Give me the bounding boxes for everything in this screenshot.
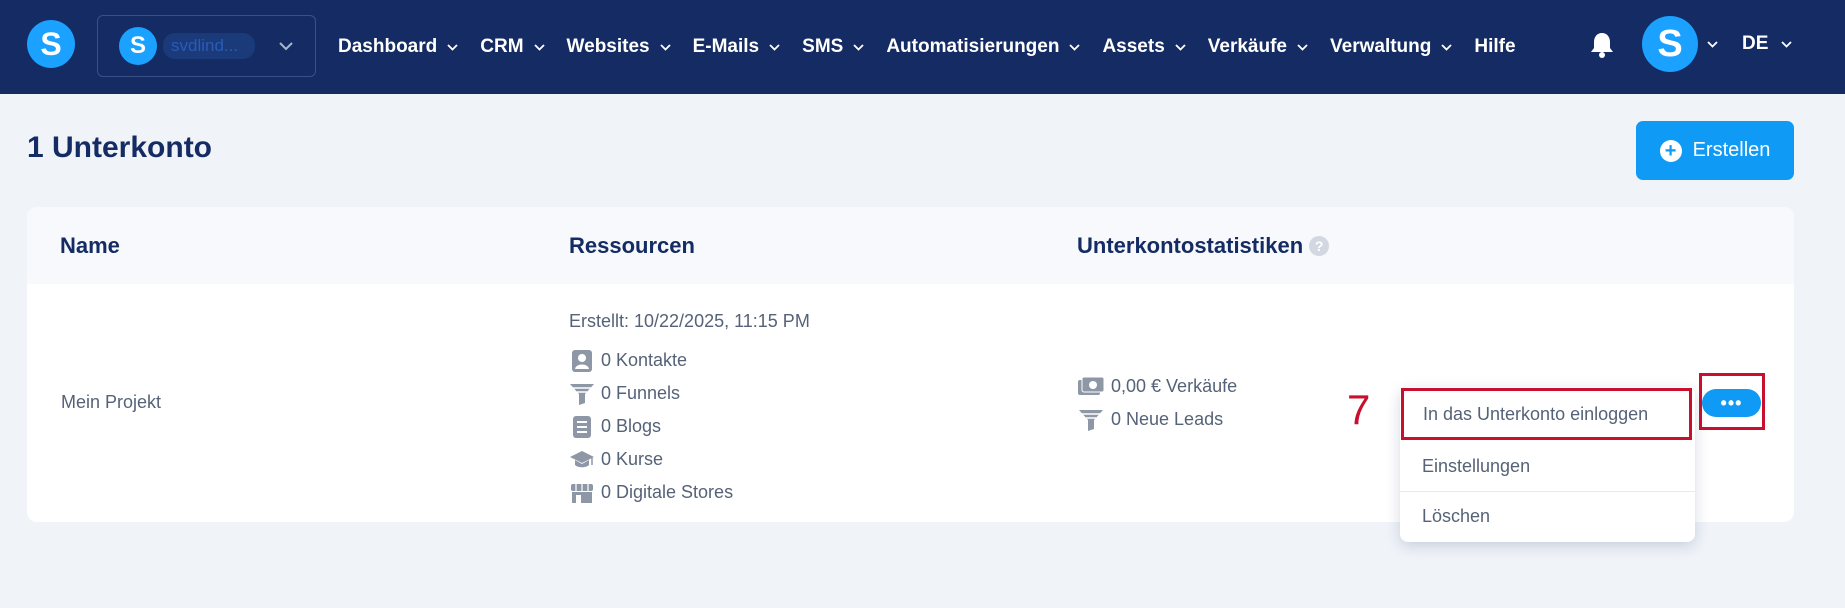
graduation-cap-icon [570, 450, 594, 467]
nav-item-assets[interactable]: Assets [1102, 36, 1186, 58]
main-nav: Dashboard CRM Websites E-Mails SMS Autom… [338, 0, 1537, 94]
store-icon [571, 483, 593, 503]
actions-dropdown-menu: In das Unterkonto einloggen Einstellunge… [1400, 387, 1695, 542]
nav-item-label: Assets [1102, 36, 1165, 57]
menu-item-settings[interactable]: Einstellungen [1400, 441, 1695, 491]
money-icon [1078, 376, 1105, 395]
app-logo[interactable]: S [27, 20, 75, 68]
nav-item-dashboard[interactable]: Dashboard [338, 36, 459, 58]
table-header: Name Ressourcen Unterkontostatistiken? [27, 207, 1794, 284]
account-avatar: S [119, 27, 157, 65]
chevron-down-icon [1175, 43, 1186, 51]
nav-item-label: CRM [480, 36, 524, 57]
nav-item-label: Verkäufe [1207, 36, 1288, 57]
resource-label: 0 Kontakte [601, 350, 688, 370]
stat-label: 0 Neue Leads [1111, 409, 1224, 429]
chevron-down-icon [659, 43, 671, 51]
create-button[interactable]: + Erstellen [1636, 121, 1794, 180]
chevron-down-icon [1069, 43, 1081, 51]
column-header-statistiken: Unterkontostatistiken? [1077, 233, 1330, 259]
nav-item-verwaltung[interactable]: Verwaltung [1330, 36, 1453, 58]
column-header-label: Unterkontostatistiken [1077, 233, 1304, 258]
nav-item-hilfe[interactable]: Hilfe [1474, 36, 1515, 58]
chevron-down-icon[interactable] [1706, 38, 1719, 51]
resource-stores: 0 Digitale Stores [569, 476, 810, 509]
more-actions-button[interactable]: ••• [1702, 389, 1761, 417]
stat-leads: 0 Neue Leads [1077, 403, 1237, 436]
step-annotation-number: 7 [1347, 386, 1371, 433]
nav-item-websites[interactable]: Websites [567, 36, 672, 58]
subaccount-name[interactable]: Mein Projekt [61, 392, 161, 413]
chevron-down-icon [279, 42, 293, 51]
account-name: svdlind... [163, 33, 255, 59]
stat-sales: 0,00 € Verkäufe [1077, 370, 1237, 403]
page-title: 1 Unterkonto [27, 131, 213, 164]
menu-item-delete[interactable]: Löschen [1400, 491, 1695, 541]
user-avatar[interactable]: S [1642, 16, 1698, 72]
nav-item-label: Automatisierungen [886, 36, 1060, 57]
chevron-down-icon [1441, 43, 1453, 51]
nav-item-sms[interactable]: SMS [802, 36, 865, 58]
column-header-name: Name [60, 233, 120, 258]
chevron-down-icon [769, 43, 780, 51]
chevron-down-icon [1297, 43, 1308, 51]
contacts-icon [572, 349, 592, 372]
resource-label: 0 Blogs [601, 416, 662, 436]
column-header-ressourcen: Ressourcen [569, 233, 695, 258]
chevron-down-icon [533, 43, 545, 51]
plus-circle-icon: + [1659, 139, 1682, 162]
nav-item-label: E-Mails [692, 36, 760, 57]
nav-item-label: Dashboard [338, 36, 438, 57]
menu-item-login-subaccount[interactable]: In das Unterkonto einloggen [1401, 388, 1692, 440]
nav-item-label: SMS [802, 36, 844, 57]
blog-icon [573, 415, 591, 438]
created-date: Erstellt: 10/22/2025, 11:15 PM [569, 311, 810, 331]
nav-item-emails[interactable]: E-Mails [693, 36, 782, 58]
resource-contacts: 0 Kontakte [569, 344, 810, 377]
nav-item-automatisierungen[interactable]: Automatisierungen [886, 36, 1081, 58]
resource-funnels: 0 Funnels [569, 377, 810, 410]
nav-item-verkaeufe[interactable]: Verkäufe [1208, 36, 1309, 58]
resource-label: 0 Funnels [601, 383, 681, 403]
create-button-label: Erstellen [1692, 139, 1771, 161]
funnel-icon [570, 383, 594, 405]
nav-item-label: Verwaltung [1330, 36, 1432, 57]
chevron-down-icon [447, 43, 458, 51]
nav-item-label: Hilfe [1474, 36, 1516, 57]
language-label: DE [1742, 33, 1769, 54]
bell-icon[interactable] [1589, 31, 1615, 59]
nav-item-label: Websites [566, 36, 650, 57]
resource-blogs: 0 Blogs [569, 410, 810, 443]
chevron-down-icon [1781, 40, 1793, 48]
subaccount-stats: 0,00 € Verkäufe 0 Neue Leads [1077, 370, 1237, 436]
resource-label: 0 Digitale Stores [601, 482, 734, 502]
resources-list: Erstellt: 10/22/2025, 11:15 PM 0 Kontakt… [569, 311, 810, 509]
funnel-icon [1079, 409, 1103, 431]
chevron-down-icon [853, 43, 864, 51]
top-navigation-bar: S S svdlind... Dashboard CRM Websites E-… [0, 0, 1845, 94]
stat-label: 0,00 € Verkäufe [1111, 376, 1238, 396]
language-selector[interactable]: DE [1742, 33, 1793, 55]
resource-kurse: 0 Kurse [569, 443, 810, 476]
resource-label: 0 Kurse [601, 449, 664, 469]
help-icon[interactable]: ? [1309, 236, 1330, 256]
account-switcher[interactable]: S svdlind... [97, 15, 316, 77]
nav-item-crm[interactable]: CRM [480, 36, 545, 58]
